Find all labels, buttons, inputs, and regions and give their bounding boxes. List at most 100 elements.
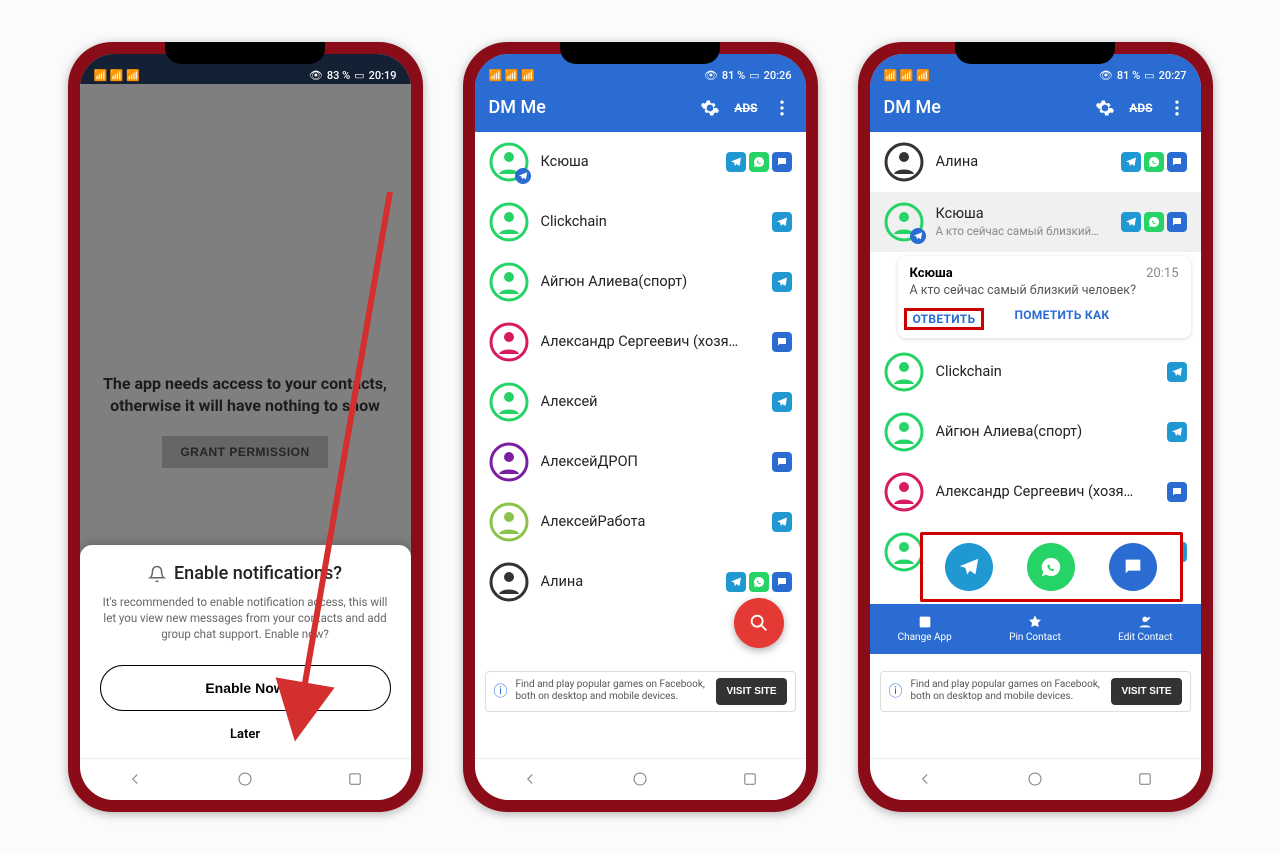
sms-icon[interactable]: [1167, 152, 1187, 172]
avatar: [489, 202, 529, 242]
search-fab[interactable]: [734, 598, 784, 648]
bottom-action[interactable]: Change App: [870, 604, 980, 654]
avatar: [884, 532, 924, 572]
contact-row[interactable]: Айгюн Алиева(спорт): [870, 402, 1201, 462]
contact-name: АлексейДРОП: [541, 453, 760, 470]
contact-name: Алексей: [541, 393, 760, 410]
avatar: [489, 262, 529, 302]
message-time: 20:15: [1146, 266, 1178, 281]
reply-button[interactable]: ОТВЕТИТЬ: [904, 308, 985, 330]
contact-name: Clickchain: [936, 363, 1155, 380]
contact-row[interactable]: Александр Сергеевич (хозя…: [870, 462, 1201, 522]
avatar: [489, 142, 529, 182]
app-title: DM Me: [884, 97, 1082, 118]
ad-banner[interactable]: ⓘFind and play popular games on Facebook…: [485, 671, 796, 712]
notification-sheet: Enable notifications? It's recommended t…: [80, 545, 411, 757]
contact-name: Александр Сергеевич (хозя…: [936, 483, 1155, 500]
no-ads-icon[interactable]: ADS: [734, 101, 757, 115]
mark-as-button[interactable]: ПОМЕТИТЬ КАК: [1014, 308, 1109, 330]
contact-name: Айгюн Алиева(спорт): [936, 423, 1155, 440]
contact-name: Clickchain: [541, 213, 760, 230]
contact-row[interactable]: Александр Сергеевич (хозя…: [475, 312, 806, 372]
tg-icon[interactable]: [726, 152, 746, 172]
phone-1: 📶 📶 📶 👁 83 % ▭ 20:19 The app needs acces…: [68, 42, 423, 812]
tg-icon[interactable]: [1121, 212, 1141, 232]
contact-name: Алина: [541, 573, 714, 590]
android-nav: [80, 758, 411, 800]
tg-icon[interactable]: [772, 512, 792, 532]
sms-icon[interactable]: [1167, 212, 1187, 232]
avatar: [884, 472, 924, 512]
phone-2: 📶 📶 📶 👁 81 % ▭ 20:26 DM Me ADS Ксюша Cli…: [463, 42, 818, 812]
overflow-icon[interactable]: [1167, 98, 1187, 118]
later-button[interactable]: Later: [100, 727, 391, 742]
message-preview: А кто сейчас самый близкий…: [936, 224, 1109, 238]
sms-icon[interactable]: [772, 332, 792, 352]
sms-icon[interactable]: [772, 452, 792, 472]
settings-icon[interactable]: [700, 98, 720, 118]
contact-name: АлексейРабота: [541, 513, 760, 530]
sms-chip[interactable]: [1109, 543, 1157, 591]
ad-banner[interactable]: ⓘFind and play popular games on Facebook…: [880, 671, 1191, 712]
tg-icon[interactable]: [772, 212, 792, 232]
tg-icon[interactable]: [1167, 422, 1187, 442]
visit-site-button[interactable]: VISIT SITE: [1111, 678, 1181, 705]
sheet-body: It's recommended to enable notification …: [100, 594, 391, 642]
avatar: [489, 562, 529, 602]
contact-name: Айгюн Алиева(спорт): [541, 273, 760, 290]
avatar: [489, 442, 529, 482]
enable-now-button[interactable]: Enable Now: [100, 665, 391, 711]
tg-icon[interactable]: [726, 572, 746, 592]
bottom-action[interactable]: Edit Contact: [1090, 604, 1200, 654]
sms-icon[interactable]: [772, 572, 792, 592]
overflow-icon[interactable]: [772, 98, 792, 118]
tg-icon[interactable]: [772, 272, 792, 292]
contact-row[interactable]: Алина: [870, 132, 1201, 192]
sms-icon[interactable]: [772, 152, 792, 172]
contact-row[interactable]: Clickchain: [870, 342, 1201, 402]
settings-icon[interactable]: [1095, 98, 1115, 118]
bottom-action[interactable]: Pin Contact: [980, 604, 1090, 654]
telegram-chip[interactable]: [945, 543, 993, 591]
tg-icon[interactable]: [1121, 152, 1141, 172]
no-ads-icon[interactable]: ADS: [1129, 101, 1152, 115]
whatsapp-chip[interactable]: [1027, 543, 1075, 591]
app-title: DM Me: [489, 97, 687, 118]
android-nav: [870, 758, 1201, 800]
contact-row[interactable]: Clickchain: [475, 192, 806, 252]
tg-icon[interactable]: [772, 392, 792, 412]
contact-name: Ксюша: [541, 153, 714, 170]
app-bar: DM Me ADS: [870, 84, 1201, 132]
contact-row[interactable]: АлексейРабота: [475, 492, 806, 552]
contact-name: Александр Сергеевич (хозя…: [541, 333, 760, 350]
avatar: [884, 352, 924, 392]
contact-row[interactable]: Айгюн Алиева(спорт): [475, 252, 806, 312]
contact-name: Ксюша: [936, 205, 1109, 222]
wa-icon[interactable]: [1144, 152, 1164, 172]
contact-row[interactable]: АлексейДРОП: [475, 432, 806, 492]
contact-name: Алина: [936, 153, 1109, 170]
contact-row[interactable]: Ксюша А кто сейчас самый близкий…: [870, 192, 1201, 252]
message-body: А кто сейчас самый близкий человек?: [910, 283, 1179, 298]
phone-3: 📶 📶 📶 👁 81 % ▭ 20:27 DM Me ADS Алина Ксю…: [858, 42, 1213, 812]
tg-icon[interactable]: [1167, 362, 1187, 382]
wa-icon[interactable]: [749, 152, 769, 172]
app-bar: DM Me ADS: [475, 84, 806, 132]
android-nav: [475, 758, 806, 800]
avatar: [884, 412, 924, 452]
sms-icon[interactable]: [1167, 482, 1187, 502]
message-card: Ксюша 20:15 А кто сейчас самый близкий че…: [898, 256, 1191, 338]
channel-picker: [920, 532, 1183, 602]
avatar: [489, 322, 529, 362]
bottom-action-bar: Change App Pin Contact Edit Contact: [870, 604, 1201, 654]
avatar: [884, 202, 924, 242]
visit-site-button[interactable]: VISIT SITE: [716, 678, 786, 705]
wa-icon[interactable]: [749, 572, 769, 592]
message-sender: Ксюша: [910, 266, 953, 281]
contact-row[interactable]: Алексей: [475, 372, 806, 432]
wa-icon[interactable]: [1144, 212, 1164, 232]
avatar: [489, 382, 529, 422]
contact-row[interactable]: Ксюша: [475, 132, 806, 192]
sheet-title: Enable notifications?: [100, 563, 391, 584]
avatar: [884, 142, 924, 182]
